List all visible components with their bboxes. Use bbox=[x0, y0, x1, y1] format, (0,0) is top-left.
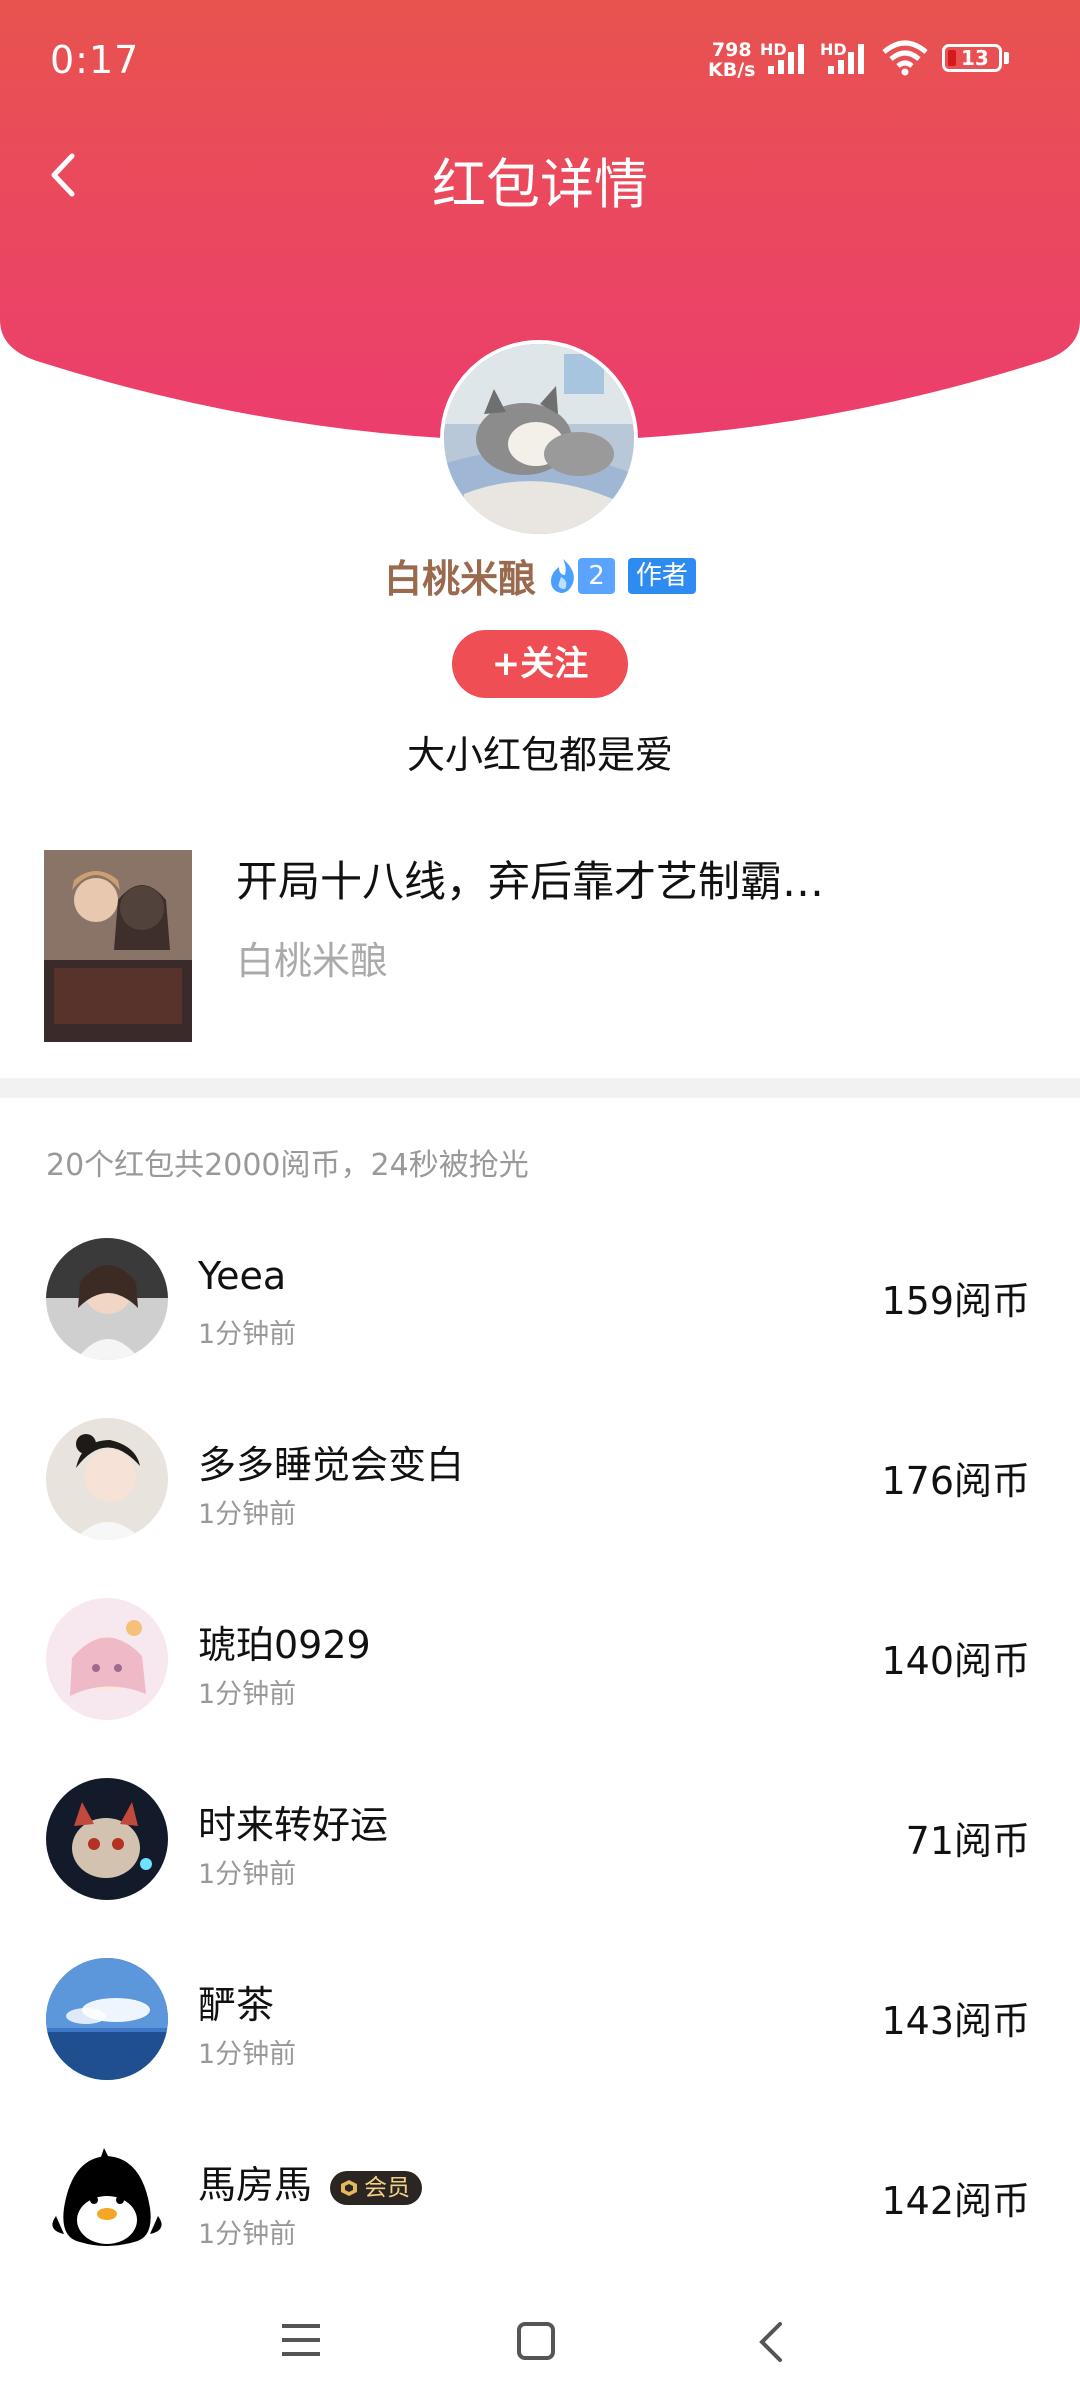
system-nav-bar bbox=[0, 2280, 1080, 2400]
status-time: 0:17 bbox=[50, 38, 140, 82]
recipient-name: 时来转好运 bbox=[198, 1803, 389, 1847]
red-packet-message: 大小红包都是爱 bbox=[406, 733, 673, 777]
recipient-amount: 142阅币 bbox=[881, 2179, 1030, 2223]
red-packet-summary: 20个红包共2000阅币，24秒被抢光 bbox=[46, 1148, 529, 1183]
avatar[interactable] bbox=[46, 1418, 168, 1540]
recipient-amount: 159阅币 bbox=[881, 1279, 1030, 1323]
battery-tip bbox=[1004, 52, 1009, 64]
network-speed: 798 KB/s bbox=[708, 39, 756, 81]
recipient-name: 琥珀0929 bbox=[198, 1623, 371, 1667]
menu-icon[interactable] bbox=[280, 2320, 324, 2360]
level-badge: 2 bbox=[578, 557, 615, 594]
fire-level-icon bbox=[551, 558, 575, 593]
list-item[interactable]: 多多睡觉会变白 1分钟前 176阅币 bbox=[0, 1410, 1080, 1560]
list-item[interactable]: 酽茶 1分钟前 143阅币 bbox=[0, 1950, 1080, 2100]
recipient-amount: 71阅币 bbox=[905, 1819, 1030, 1863]
battery-level: 13 bbox=[961, 46, 989, 70]
recipient-amount: 143阅币 bbox=[881, 1999, 1030, 2043]
book-author: 白桃米酿 bbox=[236, 939, 389, 983]
section-divider bbox=[0, 1078, 1080, 1098]
author-info: 白桃米酿 2 作者 bbox=[0, 548, 1080, 601]
avatar[interactable] bbox=[46, 2138, 168, 2260]
recipient-time: 1分钟前 bbox=[198, 1319, 297, 1350]
recipient-amount: 140阅币 bbox=[881, 1639, 1030, 1683]
recipient-name: 酽茶 bbox=[198, 1983, 275, 2027]
book-cover[interactable] bbox=[44, 850, 192, 1042]
recipient-time: 1分钟前 bbox=[198, 1499, 297, 1530]
recipient-time: 1分钟前 bbox=[198, 1679, 297, 1710]
signal-icon bbox=[768, 44, 804, 74]
avatar[interactable] bbox=[46, 1238, 168, 1360]
recipient-name-row: 馬房馬 会员 bbox=[198, 2154, 423, 2209]
signal-icon bbox=[828, 44, 864, 74]
list-item[interactable]: 琥珀0929 1分钟前 140阅币 bbox=[0, 1590, 1080, 1740]
recipient-time: 1分钟前 bbox=[198, 2039, 297, 2070]
list-item[interactable]: 馬房馬 会员 1分钟前 142阅币 bbox=[0, 2130, 1080, 2280]
home-icon[interactable] bbox=[515, 2320, 559, 2364]
recipient-name: 馬房馬 bbox=[198, 2163, 313, 2207]
avatar[interactable] bbox=[46, 1598, 168, 1720]
avatar[interactable] bbox=[46, 1958, 168, 2080]
author-avatar[interactable] bbox=[440, 340, 638, 538]
author-name[interactable]: 白桃米酿 bbox=[384, 548, 536, 603]
back-icon[interactable] bbox=[752, 2320, 792, 2364]
page-title: 红包详情 bbox=[432, 153, 648, 216]
list-item[interactable]: 时来转好运 1分钟前 71阅币 bbox=[0, 1770, 1080, 1920]
battery-icon: 13 bbox=[942, 44, 1002, 72]
status-bar: 0:17 798 KB/s HD HD 13 bbox=[0, 0, 1080, 120]
list-item[interactable]: Yeea 1分钟前 159阅币 bbox=[0, 1230, 1080, 1380]
recipient-amount: 176阅币 bbox=[881, 1459, 1030, 1503]
avatar[interactable] bbox=[46, 1778, 168, 1900]
recipient-name: Yeea bbox=[198, 1254, 287, 1298]
author-badge: 作者 bbox=[627, 557, 696, 594]
book-title[interactable]: 开局十八线，弃后靠才艺制霸… bbox=[236, 848, 824, 909]
vip-badge: 会员 bbox=[330, 2170, 423, 2205]
wifi-icon bbox=[882, 40, 928, 76]
recipient-time: 1分钟前 bbox=[198, 1859, 297, 1890]
recipient-time: 1分钟前 bbox=[198, 2219, 297, 2250]
follow-button[interactable]: +关注 bbox=[452, 630, 628, 698]
vip-gem-icon bbox=[341, 2179, 358, 2196]
recipient-name: 多多睡觉会变白 bbox=[198, 1443, 465, 1487]
